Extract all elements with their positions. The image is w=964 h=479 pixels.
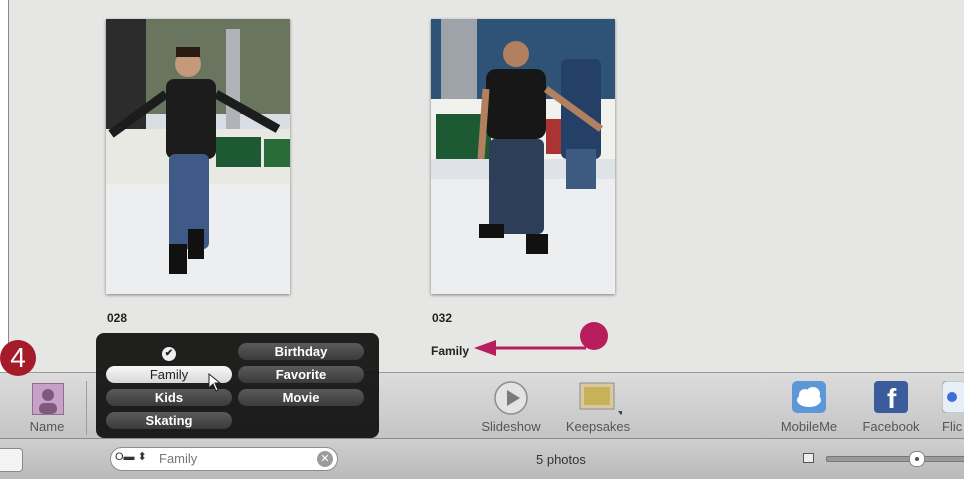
keepsakes-label: Keepsakes	[565, 419, 631, 434]
facebook-icon: f	[874, 381, 908, 416]
toolbar-divider	[86, 381, 87, 435]
mobileme-label: MobileMe	[780, 419, 838, 434]
play-icon	[494, 381, 528, 418]
svg-text:f: f	[887, 383, 897, 413]
clear-search-icon[interactable]: ✕	[317, 451, 333, 467]
keyword-arrowhead	[474, 340, 496, 356]
slideshow-button[interactable]: Slideshow	[476, 373, 546, 439]
keyword-skating-button[interactable]: Skating	[106, 412, 232, 429]
mouse-cursor-icon	[208, 373, 222, 392]
keyword-checkmark-button[interactable]: ✔	[106, 343, 232, 361]
flickr-label: Flic	[942, 419, 963, 434]
iphoto-window: 028 032 Family Name Slideshow Keepsakes …	[0, 0, 964, 479]
search-field[interactable]: O▬ ⬍ Family ✕	[110, 447, 338, 471]
mobileme-cloud-icon	[792, 381, 826, 416]
flickr-button[interactable]: Flic	[938, 373, 964, 439]
person-icon	[32, 383, 64, 415]
keepsakes-icon	[578, 379, 624, 418]
keyword-birthday-button[interactable]: Birthday	[238, 343, 364, 360]
zoom-small-icon	[803, 453, 814, 463]
name-label: Name	[29, 419, 65, 434]
name-button[interactable]: Name	[22, 373, 72, 439]
keyword-movie-button[interactable]: Movie	[238, 389, 364, 406]
zoom-slider[interactable]	[826, 456, 964, 462]
mobileme-button[interactable]: MobileMe	[774, 373, 844, 439]
status-bar: O▬ ⬍ Family ✕ 5 photos	[0, 438, 964, 479]
keyword-callout-dot	[580, 322, 608, 350]
photo-count: 5 photos	[536, 452, 586, 467]
search-type-icon[interactable]: O▬ ⬍	[115, 450, 149, 468]
info-toggle-button[interactable]	[0, 448, 23, 472]
zoom-slider-knob[interactable]	[909, 451, 925, 467]
keyword-favorite-button[interactable]: Favorite	[238, 366, 364, 383]
keepsakes-button[interactable]: Keepsakes	[560, 373, 636, 439]
checkmark-icon: ✔	[162, 347, 176, 361]
facebook-button[interactable]: f Facebook	[856, 373, 926, 439]
slideshow-label: Slideshow	[481, 419, 541, 434]
facebook-label: Facebook	[862, 419, 920, 434]
step-number-marker: 4	[0, 340, 36, 376]
keyword-popup: ✔ Birthday Family Favorite Kids Movie Sk…	[96, 333, 379, 446]
search-input[interactable]: Family	[159, 451, 197, 466]
flickr-icon	[941, 380, 964, 416]
